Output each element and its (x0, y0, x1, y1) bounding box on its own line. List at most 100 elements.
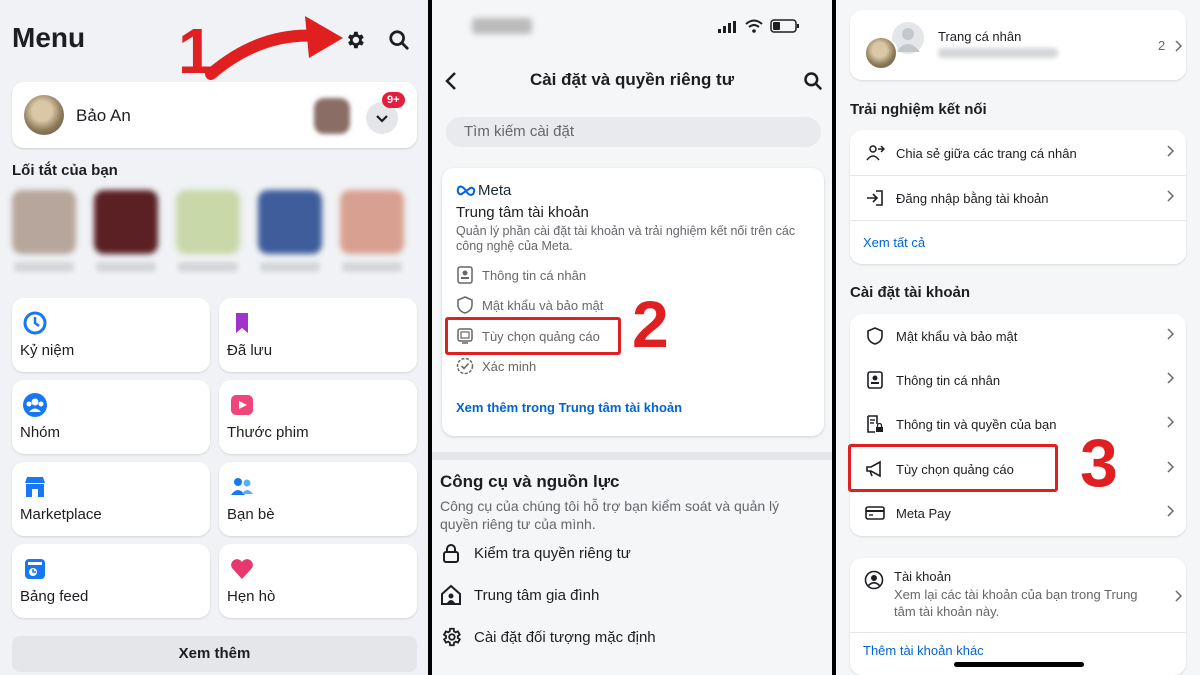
clock-history-icon (23, 311, 47, 335)
chevron-right-icon (1175, 40, 1182, 52)
other-profile-avatar[interactable] (314, 98, 350, 134)
add-account-link[interactable]: Thêm tài khoản khác (863, 643, 984, 658)
tile-label: Nhóm (20, 424, 61, 441)
menu-tile-feed[interactable]: Bảng feed (12, 544, 210, 618)
menu-tile-reels[interactable]: Thước phim (219, 380, 417, 454)
see-all-link[interactable]: Xem tất cả (863, 235, 925, 250)
id-card-icon (457, 266, 473, 284)
row-label: Thông tin cá nhân (896, 372, 1001, 388)
menu-tile-groups[interactable]: Nhóm (12, 380, 210, 454)
chevron-right-icon (1167, 328, 1174, 340)
verified-badge-icon (456, 357, 474, 375)
chevron-right-icon (1167, 372, 1174, 384)
share-profiles-icon (864, 143, 886, 163)
tools-description: Công cụ của chúng tôi hỗ trợ bạn kiểm so… (440, 498, 780, 532)
menu-tile-memories[interactable]: Kỷ niệm (12, 298, 210, 372)
profiles-card[interactable]: Trang cá nhân 2 (850, 10, 1186, 80)
account-item-password[interactable]: Mật khẩu và bảo mật (850, 314, 1186, 358)
connected-experiences-title: Trải nghiệm kết nối (850, 101, 987, 118)
tool-label: Cài đặt đối tượng mặc định (474, 628, 656, 646)
tools-title: Công cụ và nguồn lực (440, 472, 620, 491)
feed-icon (25, 559, 45, 579)
highlight-box (445, 317, 621, 355)
meta-logo: Meta (456, 182, 511, 199)
account-settings-title: Cài đặt tài khoản (850, 284, 971, 301)
row-label: Đăng nhập bằng tài khoản (896, 190, 1049, 206)
account-item-meta-pay[interactable]: Meta Pay (850, 491, 1186, 535)
home-indicator (954, 662, 1084, 667)
tile-label: Bạn bè (227, 506, 275, 523)
connected-item-login[interactable]: Đăng nhập bằng tài khoản (850, 176, 1186, 220)
row-label: Thông tin và quyền của bạn (896, 416, 1057, 432)
status-bar-time (472, 18, 532, 34)
signal-icon (718, 21, 736, 33)
tool-privacy-checkup[interactable]: Kiểm tra quyền riêng tư (440, 542, 631, 564)
connected-item-share-profiles[interactable]: Chia sẻ giữa các trang cá nhân (850, 131, 1186, 175)
family-home-icon (441, 584, 461, 605)
search-icon[interactable] (387, 28, 411, 52)
shortcut-label (14, 262, 74, 272)
row-label: Mật khẩu và bảo mật (896, 328, 1018, 344)
notification-badge: 9+ (382, 92, 405, 108)
shortcut-label (178, 262, 238, 272)
shortcut-item[interactable] (94, 190, 158, 254)
bookmark-icon (236, 313, 248, 333)
settings-gear-icon[interactable] (343, 28, 367, 52)
shortcuts-title: Lối tắt của bạn (12, 162, 118, 179)
credit-card-icon (864, 505, 886, 521)
marketplace-icon (25, 477, 45, 497)
tutorial-collage: Menu 1 Bảo An 9+ Lối tắt của bạn Kỷ niệm… (0, 0, 1200, 675)
see-more-button[interactable]: Xem thêm (12, 636, 417, 672)
account-item-personal-info[interactable]: Thông tin cá nhân (850, 358, 1186, 402)
account-center-item-verification[interactable]: Xác minh (456, 355, 536, 377)
shortcut-item[interactable] (12, 190, 76, 254)
avatar (864, 36, 898, 70)
tool-label: Kiểm tra quyền riêng tư (474, 544, 631, 562)
profile-count: 2 (1158, 38, 1166, 53)
menu-tile-saved[interactable]: Đã lưu (219, 298, 417, 372)
accounts-title: Tài khoản (894, 569, 952, 584)
account-item-your-information[interactable]: Thông tin và quyền của bạn (850, 402, 1186, 446)
account-center-link[interactable]: Xem thêm trong Trung tâm tài khoản (456, 400, 682, 415)
page-title: Cài đặt và quyền riêng tư (529, 70, 735, 89)
tile-label: Marketplace (20, 506, 102, 523)
account-center-item-personal-info[interactable]: Thông tin cá nhân (456, 264, 586, 286)
menu-tile-dating[interactable]: Hẹn hò (219, 544, 417, 618)
shield-icon (864, 327, 886, 345)
item-label: Thông tin cá nhân (482, 267, 587, 283)
battery-icon (770, 19, 799, 33)
row-label: Meta Pay (896, 505, 951, 521)
dating-heart-icon (231, 559, 253, 579)
account-center-screen: Trang cá nhân 2 Trải nghiệm kết nối Chia… (836, 0, 1200, 675)
menu-tile-marketplace[interactable]: Marketplace (12, 462, 210, 536)
shortcut-item[interactable] (340, 190, 404, 254)
accounts-description: Xem lại các tài khoản của bạn trong Trun… (894, 587, 1138, 619)
page-title: Menu (12, 22, 86, 53)
menu-tile-friends[interactable]: Bạn bè (219, 462, 417, 536)
account-center-item-password[interactable]: Mật khẩu và bảo mật (456, 294, 603, 316)
shortcut-label (260, 262, 320, 272)
chevron-right-icon (1167, 505, 1174, 517)
row-divider (850, 220, 1186, 221)
profile-card[interactable]: Bảo An 9+ (12, 82, 417, 148)
shortcut-item[interactable] (258, 190, 322, 254)
arrow-icon (205, 16, 343, 80)
account-center-title: Trung tâm tài khoản (456, 204, 589, 221)
search-icon[interactable] (803, 71, 823, 91)
chevron-right-icon (1167, 145, 1174, 157)
settings-search-input[interactable]: Tìm kiếm cài đặt (446, 117, 821, 147)
section-divider (432, 452, 832, 460)
step-number: 3 (1080, 425, 1118, 501)
item-label: Mật khẩu và bảo mật (482, 297, 604, 313)
accounts-card[interactable]: Tài khoản Xem lại các tài khoản của bạn … (850, 558, 1186, 675)
shortcut-label (342, 262, 402, 272)
tool-default-audience[interactable]: Cài đặt đối tượng mặc định (440, 626, 656, 648)
tool-family-center[interactable]: Trung tâm gia đình (440, 584, 599, 606)
id-card-icon (864, 371, 886, 389)
shortcut-item[interactable] (176, 190, 240, 254)
account-circle-icon (864, 570, 884, 590)
meta-logo-text: Meta (478, 182, 512, 199)
chevron-right-icon (1167, 461, 1174, 473)
groups-icon (23, 393, 47, 417)
chevron-right-icon (1167, 416, 1174, 428)
